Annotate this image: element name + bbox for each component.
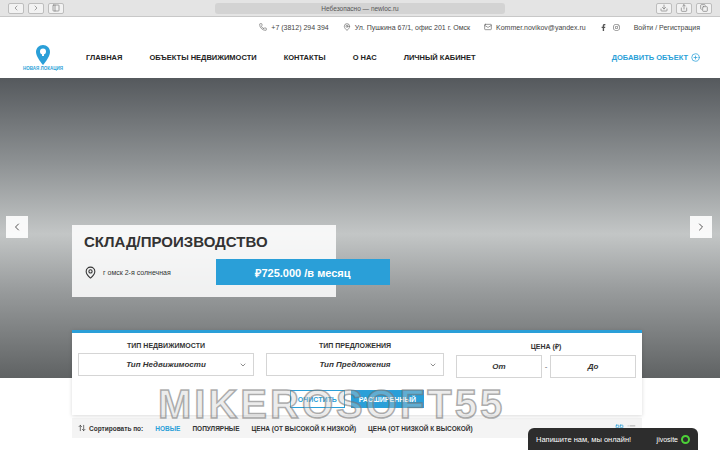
login-link[interactable]: Войти / Регистрация (634, 24, 700, 31)
chat-widget[interactable]: Напишите нам, мы онлайн! jivosite (528, 428, 698, 450)
map-pin-icon (343, 23, 351, 31)
select[interactable]: Тип Недвижимости (78, 353, 254, 376)
online-dot (681, 435, 690, 444)
office-address: Ул. Пушкина 67/1, офис 201 г. Омск (343, 23, 470, 31)
logo[interactable]: НОВАЯ ЛОКАЦИЯ (26, 45, 60, 71)
back-icon (12, 4, 20, 12)
slider-prev[interactable] (6, 216, 28, 238)
main-nav: НОВАЯ ЛОКАЦИЯ ГЛАВНАЯ ОБЪЕКТЫ НЕДВИЖИМОСТИ… (0, 37, 720, 78)
slide-title[interactable]: СКЛАД/ПРОИЗВОДСТВО (84, 233, 324, 250)
address-bar[interactable]: Небезопасно — newloc.ru (215, 3, 505, 14)
sort-option[interactable]: ПОПУЛЯРНЫЕ (192, 425, 239, 432)
chat-brand: jivosite (657, 435, 690, 444)
location-pin-icon (84, 266, 97, 279)
nav-list: ГЛАВНАЯ ОБЪЕКТЫ НЕДВИЖИМОСТИ КОНТАКТЫ О НАС… (86, 53, 476, 62)
slide-row: г омск 2-я солнечная₽725.000 /в месяц (84, 259, 390, 285)
nav-item[interactable]: О НАС (353, 53, 377, 62)
logo-text: НОВАЯ ЛОКАЦИЯ (23, 66, 63, 71)
search-buttons: ОЧИСТИТЬ РАСШИРЕННЫЙ (78, 390, 636, 408)
price-from-input[interactable]: От (456, 355, 542, 378)
plus-icon (691, 53, 700, 62)
sort-label: Сортировать по: (78, 424, 143, 432)
forward-icon (32, 4, 40, 12)
sidebar-icon (52, 4, 60, 12)
phone[interactable]: +7 (3812) 294 394 (259, 23, 328, 31)
page: Небезопасно — newloc.ru +7 (3812) 294 394… (0, 0, 720, 450)
chat-text: Напишите нам, мы онлайн! (536, 435, 631, 444)
sort-icon (78, 424, 86, 432)
chevron-right-icon (695, 221, 707, 233)
chevron-left-icon (11, 221, 23, 233)
caret-icon (239, 361, 247, 369)
browser-toolbar: Небезопасно — newloc.ru (0, 0, 720, 17)
price-to-input[interactable]: До (550, 355, 636, 378)
phone-icon (259, 23, 267, 31)
socials (600, 24, 620, 31)
facebook-icon[interactable] (600, 24, 607, 31)
download-button[interactable] (656, 3, 672, 14)
advanced-button[interactable]: РАСШИРЕННЫЙ (351, 390, 424, 408)
slide-location: г омск 2-я солнечная (84, 266, 216, 279)
sidebar-button[interactable] (48, 3, 64, 14)
email[interactable]: Kommer.novikov@yandex.ru (484, 23, 586, 31)
price-field: ЦЕНА (₽) От-До (456, 342, 636, 378)
back-button[interactable] (8, 3, 24, 14)
sort-option[interactable]: НОВЫЕ (155, 425, 180, 432)
search-panel: ТИП НЕДВИЖИМОСТИ Тип Недвижимости ТИП ПРЕД… (72, 330, 642, 415)
price-row: От-До (456, 355, 636, 378)
select[interactable]: Тип Предложения (266, 353, 444, 376)
nav-item[interactable]: ОБЪЕКТЫ НЕДВИЖИМОСТИ (149, 53, 256, 62)
mail-icon (484, 23, 492, 31)
search-fields: ТИП НЕДВИЖИМОСТИ Тип Недвижимости ТИП ПРЕД… (78, 342, 636, 378)
field-label: ТИП ПРЕДЛОЖЕНИЯ (266, 342, 444, 349)
caret-icon (429, 361, 437, 369)
tabs-button[interactable] (696, 3, 712, 14)
nav-item[interactable]: КОНТАКТЫ (284, 53, 326, 62)
forward-button[interactable] (28, 3, 44, 14)
search-field: ТИП НЕДВИЖИМОСТИ Тип Недвижимости (78, 342, 254, 378)
sort-option[interactable]: ЦЕНА (ОТ НИЗКОЙ К ВЫСОКОЙ) (368, 425, 473, 432)
add-object-button[interactable]: ДОБАВИТЬ ОБЪЕКТ (612, 53, 700, 62)
field-label: ТИП НЕДВИЖИМОСТИ (78, 342, 254, 349)
share-button[interactable] (676, 3, 692, 14)
nav-item[interactable]: ГЛАВНАЯ (86, 53, 122, 62)
share-icon (680, 4, 688, 12)
logo-pin-icon (36, 45, 50, 65)
search-field: ТИП ПРЕДЛОЖЕНИЯ Тип Предложения (266, 342, 444, 378)
tabs-icon (700, 4, 708, 12)
field-label: ЦЕНА (₽) (456, 342, 636, 351)
sort-option[interactable]: ЦЕНА (ОТ ВЫСОКОЙ К НИЗКОЙ) (252, 425, 357, 432)
top-bar: +7 (3812) 294 394 Ул. Пушкина 67/1, офис … (0, 17, 720, 37)
clear-button[interactable]: ОЧИСТИТЬ (290, 390, 345, 408)
nav-item[interactable]: ЛИЧНЫЙ КАБИНЕТ (404, 53, 476, 62)
slide-card: СКЛАД/ПРОИЗВОДСТВОг омск 2-я солнечная₽7… (72, 225, 336, 297)
price-separator: - (545, 362, 548, 371)
download-icon (660, 4, 668, 12)
slide-price[interactable]: ₽725.000 /в месяц (216, 259, 390, 285)
instagram-icon[interactable] (613, 24, 620, 31)
slider-next[interactable] (690, 216, 712, 238)
